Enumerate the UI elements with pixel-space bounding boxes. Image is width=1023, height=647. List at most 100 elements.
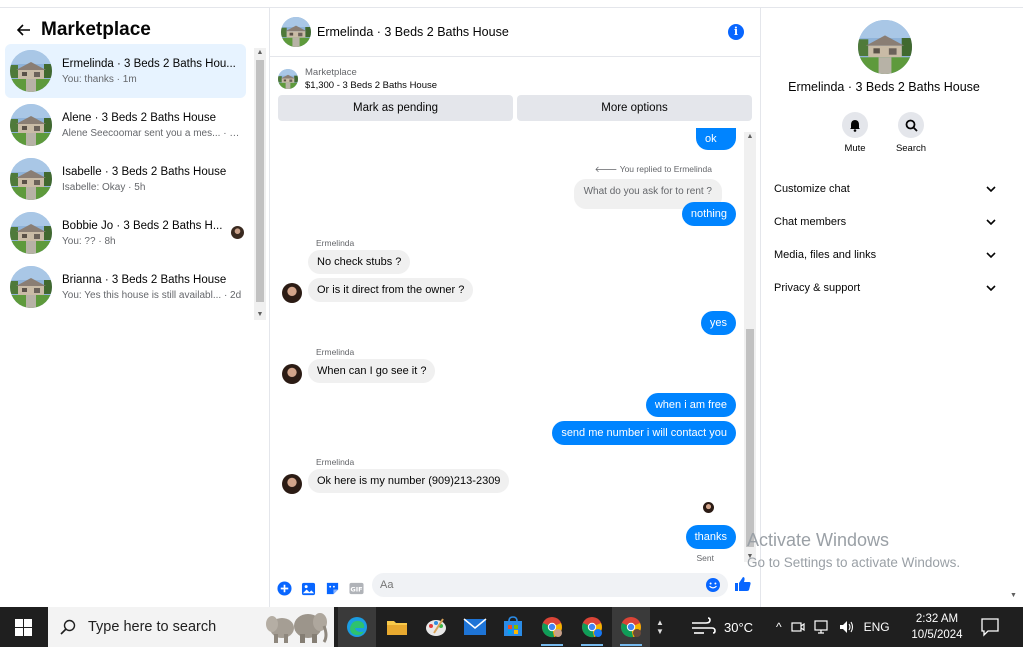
scroll-down-icon[interactable]: ▼ — [744, 552, 756, 562]
sender-avatar[interactable] — [282, 474, 302, 494]
sidebar-scrollbar[interactable]: ▲ ▼ — [254, 48, 266, 320]
profile-house-photo[interactable] — [858, 20, 912, 74]
message-bubble-out: ok — [696, 128, 736, 150]
taskbar-search-placeholder: Type here to search — [88, 619, 217, 635]
paint-taskbar-icon[interactable] — [417, 607, 455, 647]
conversation-name: Brianna · 3 Beds 2 Baths House — [62, 273, 227, 286]
svg-text:GIF: GIF — [350, 585, 362, 593]
details-sections: Customize chat Chat members Media, files… — [774, 172, 996, 304]
sidebar-header: Marketplace — [0, 16, 260, 44]
chat-details-panel: Ermelinda · 3 Beds 2 Baths House Mute Se… — [760, 8, 1023, 607]
conversation-item[interactable]: Brianna · 3 Beds 2 Baths House You: Yes … — [5, 260, 246, 314]
photo-icon[interactable] — [299, 580, 317, 598]
section-label: Media, files and links — [774, 248, 877, 261]
temperature: 30°C — [724, 619, 754, 635]
chat-title[interactable]: Ermelinda · 3 Beds 2 Baths House — [317, 25, 509, 39]
scroll-up-icon[interactable]: ▲ — [254, 48, 266, 58]
taskbar-overflow-icon[interactable]: ▲ ▼ — [652, 607, 668, 647]
house-thumbnail — [10, 158, 52, 200]
mute-button[interactable]: Mute — [840, 112, 870, 154]
chat-scrollbar[interactable]: ▲ ▼ — [744, 132, 756, 562]
chrome-profile-taskbar-icon[interactable] — [533, 607, 571, 647]
house-thumbnail — [10, 50, 52, 92]
scroll-down-icon[interactable]: ▼ — [254, 310, 266, 320]
emoji-icon[interactable] — [706, 578, 720, 592]
listing-actions: Mark as pending More options — [278, 95, 752, 121]
section-label: Chat members — [774, 215, 847, 228]
seen-avatar-icon — [703, 502, 714, 513]
chat-header: Ermelinda · 3 Beds 2 Baths House i — [270, 8, 760, 57]
language-indicator[interactable]: ENG — [864, 620, 890, 634]
scrollbar-thumb[interactable] — [746, 329, 754, 547]
conversation-item[interactable]: Isabelle · 3 Beds 2 Baths House Isabelle… — [5, 152, 246, 206]
elephants-icon — [266, 613, 328, 643]
sender-avatar[interactable] — [282, 364, 302, 384]
chevron-down-icon — [986, 218, 996, 225]
chat-panel: Ermelinda · 3 Beds 2 Baths House i Marke… — [270, 8, 760, 607]
meet-now-icon[interactable] — [791, 620, 805, 634]
listing-price-title: $1,300 - 3 Beds 2 Baths House — [305, 80, 438, 91]
marketplace-label: Marketplace — [305, 67, 357, 78]
chrome-active-taskbar-icon[interactable] — [612, 607, 650, 647]
message-bubble-in: No check stubs ? — [308, 250, 411, 274]
notification-icon[interactable] — [980, 617, 1000, 637]
message-bubble-in: Ok here is my number (909)213-2309 — [308, 469, 510, 493]
scrollbar-thumb[interactable] — [256, 60, 264, 302]
gif-icon[interactable]: GIF — [347, 580, 365, 598]
file-explorer-taskbar-icon[interactable] — [378, 607, 416, 647]
network-icon[interactable] — [814, 620, 830, 634]
message-bubble-out: yes — [700, 311, 736, 335]
mail-taskbar-icon[interactable] — [456, 607, 494, 647]
plus-icon[interactable] — [275, 580, 293, 598]
scroll-up-icon[interactable]: ▲ — [744, 132, 756, 142]
section-privacy-support[interactable]: Privacy & support — [774, 271, 996, 304]
top-strip — [0, 0, 1023, 8]
message-bubble-out: thanks — [685, 525, 736, 549]
conversation-sidebar: Marketplace Ermelinda · 3 Beds 2 Baths H… — [0, 8, 270, 607]
info-icon[interactable]: i — [728, 24, 744, 40]
message-bubble-in: Or is it direct from the owner ? — [308, 278, 474, 302]
weather-widget[interactable]: 30°C — [690, 607, 753, 647]
conversation-list: Ermelinda · 3 Beds 2 Baths Hou... You: t… — [5, 44, 246, 314]
volume-icon[interactable] — [839, 620, 855, 634]
message-input[interactable] — [372, 573, 728, 597]
message-bubble-out: nothing — [681, 202, 736, 226]
clock-time: 2:32 AM — [915, 613, 959, 625]
taskbar-search[interactable]: Type here to search — [48, 607, 334, 647]
mark-as-pending-button[interactable]: Mark as pending — [278, 95, 513, 121]
sender-name: Ermelinda — [316, 457, 355, 467]
search-button[interactable]: Search — [896, 112, 926, 154]
section-chat-members[interactable]: Chat members — [774, 205, 996, 238]
more-options-button[interactable]: More options — [517, 95, 752, 121]
chevron-down-icon — [986, 251, 996, 258]
chevron-down-icon — [986, 185, 996, 192]
message-thread: ok 🡐 You replied to Ermelinda What do yo… — [270, 128, 744, 570]
house-thumbnail — [10, 212, 52, 254]
conversation-item[interactable]: Ermelinda · 3 Beds 2 Baths Hou... You: t… — [5, 44, 246, 98]
conversation-preview: You: Yes this house is still availabl...… — [62, 289, 242, 301]
scroll-down-icon[interactable]: ▼ — [1010, 592, 1017, 599]
marketplace-listing[interactable]: Marketplace $1,300 - 3 Beds 2 Baths Hous… — [278, 64, 748, 94]
windows-start-icon[interactable] — [0, 607, 47, 647]
thumbs-up-icon[interactable] — [734, 575, 754, 595]
message-bubble-out: when i am free — [645, 393, 736, 417]
search-icon — [905, 119, 918, 132]
back-arrow-icon[interactable] — [12, 18, 36, 42]
chat-house-thumbnail[interactable] — [281, 17, 311, 47]
sender-avatar[interactable] — [282, 283, 302, 303]
section-customize-chat[interactable]: Customize chat — [774, 172, 996, 205]
section-media-files-links[interactable]: Media, files and links — [774, 238, 996, 271]
chrome-facebook-taskbar-icon[interactable] — [573, 607, 611, 647]
taskbar-clock[interactable]: 2:32 AM 10/5/2024 — [906, 611, 968, 643]
edge-taskbar-icon[interactable] — [338, 607, 376, 647]
conversation-item[interactable]: Bobbie Jo · 3 Beds 2 Baths H... You: ?? … — [5, 206, 246, 260]
clock-date: 10/5/2024 — [911, 629, 963, 641]
chevron-up-icon[interactable]: ^ — [776, 620, 782, 634]
sticker-icon[interactable] — [323, 580, 341, 598]
store-taskbar-icon[interactable] — [494, 607, 532, 647]
conversation-item[interactable]: Alene · 3 Beds 2 Baths House Alene Seeco… — [5, 98, 246, 152]
conversation-preview: Alene Seecoomar sent you a mes... · 5m — [62, 127, 242, 139]
conversation-preview: Isabelle: Okay · 5h — [62, 181, 146, 193]
conversation-preview: You: thanks · 1m — [62, 73, 137, 85]
system-tray: ^ ENG — [776, 607, 890, 647]
